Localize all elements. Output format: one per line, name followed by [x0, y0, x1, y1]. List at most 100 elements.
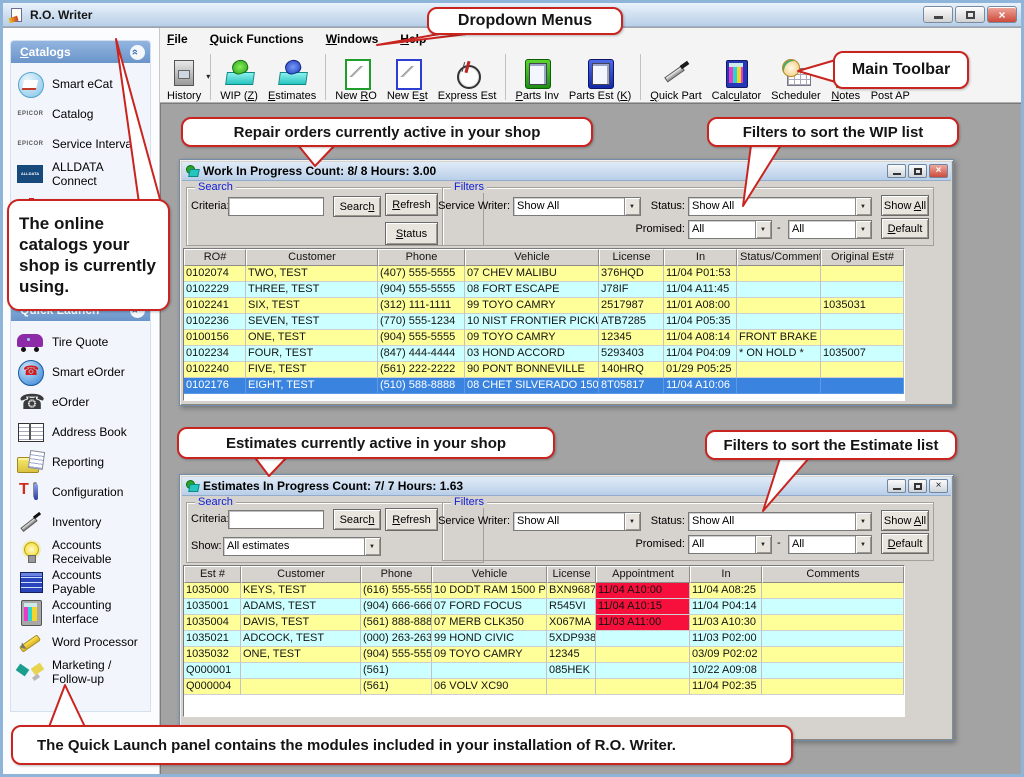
table-cell[interactable]: DAVIS, TEST — [241, 615, 361, 631]
table-cell[interactable]: 11/04 P04:14 — [690, 599, 762, 615]
table-cell[interactable]: R545VI — [547, 599, 596, 615]
menu-help[interactable]: Help — [398, 31, 428, 47]
minimize-button[interactable] — [887, 164, 906, 178]
sidebar-item-accounts-receivable[interactable]: Accounts Receivable — [15, 537, 148, 567]
table-cell[interactable]: 11/03 A10:30 — [690, 615, 762, 631]
sidebar-item-accounting-interface[interactable]: Accounting Interface — [15, 597, 148, 627]
sidebar-item-marketing-follow-up[interactable]: Marketing / Follow-up — [15, 657, 148, 687]
table-cell[interactable]: (561) 222-2222 — [378, 362, 465, 378]
table-cell[interactable]: 10 NIST FRONTIER PICKUP — [465, 314, 599, 330]
table-cell[interactable]: 11/04 P01:53 — [664, 266, 737, 282]
criteria-input[interactable] — [228, 197, 324, 216]
table-cell[interactable]: 99 HOND CIVIC — [432, 631, 547, 647]
table-cell[interactable]: 09 TOYO CAMRY — [465, 330, 599, 346]
history-button[interactable]: ▾ History — [162, 58, 206, 102]
status-select[interactable]: Show All — [688, 512, 872, 531]
table-cell[interactable]: (312) 111-1111 — [378, 298, 465, 314]
promised-to-select[interactable]: All — [788, 535, 872, 554]
table-cell[interactable] — [821, 282, 904, 298]
table-row[interactable]: 0102074TWO, TEST(407) 555-555507 CHEV MA… — [184, 266, 904, 282]
sidebar-item-address-book[interactable]: Address Book — [15, 417, 148, 447]
table-cell[interactable]: (904) 555-5555 — [361, 647, 432, 663]
minimize-button[interactable] — [887, 479, 906, 493]
maximize-button[interactable] — [908, 164, 927, 178]
table-cell[interactable] — [737, 282, 821, 298]
table-cell[interactable]: (000) 263-2632 — [361, 631, 432, 647]
table-cell[interactable]: 09 TOYO CAMRY — [432, 647, 547, 663]
table-cell[interactable] — [821, 378, 904, 394]
table-cell[interactable]: 06 VOLV XC90 — [432, 679, 547, 695]
parts-est-button[interactable]: Parts Est (K) — [564, 58, 636, 102]
table-cell[interactable]: 01/29 P05:25 — [664, 362, 737, 378]
maximize-button[interactable] — [955, 6, 985, 23]
table-cell[interactable]: 11/04 A10:06 — [664, 378, 737, 394]
express-est-button[interactable]: Express Est — [433, 58, 502, 102]
criteria-input[interactable] — [228, 510, 324, 529]
table-cell[interactable]: Q000004 — [184, 679, 241, 695]
table-cell[interactable] — [821, 330, 904, 346]
refresh-button[interactable]: Refresh — [385, 508, 438, 531]
column-header[interactable]: License — [547, 566, 596, 583]
table-cell[interactable]: (904) 555-5555 — [378, 282, 465, 298]
table-cell[interactable]: 376HQD — [599, 266, 664, 282]
table-row[interactable]: 0102229THREE, TEST(904) 555-555508 FORT … — [184, 282, 904, 298]
table-cell[interactable]: ONE, TEST — [241, 647, 361, 663]
table-cell[interactable] — [762, 615, 904, 631]
wip-button[interactable]: WIP (Z) — [215, 58, 263, 102]
minimize-button[interactable] — [923, 6, 953, 23]
close-button[interactable]: × — [929, 479, 948, 493]
table-cell[interactable]: (904) 666-6666 — [361, 599, 432, 615]
table-row[interactable]: 0102236SEVEN, TEST(770) 555-123410 NIST … — [184, 314, 904, 330]
table-cell[interactable]: 5XDP938 — [547, 631, 596, 647]
table-cell[interactable]: 0102234 — [184, 346, 246, 362]
table-cell[interactable]: 1035021 — [184, 631, 241, 647]
table-cell[interactable]: 11/04 A10:15 — [596, 599, 690, 615]
table-row[interactable]: 0102176EIGHT, TEST(510) 588-888808 CHET … — [184, 378, 904, 394]
sidebar-item-smart-ecat[interactable]: Smart eCat — [15, 69, 148, 99]
sidebar-item-eorder[interactable]: eOrder — [15, 387, 148, 417]
table-cell[interactable]: 1035001 — [184, 599, 241, 615]
table-cell[interactable]: 99 TOYO CAMRY — [465, 298, 599, 314]
table-cell[interactable]: THREE, TEST — [246, 282, 378, 298]
column-header[interactable]: RO# — [184, 249, 246, 266]
table-cell[interactable]: 11/04 A11:45 — [664, 282, 737, 298]
table-cell[interactable] — [762, 663, 904, 679]
quick-part-button[interactable]: Quick Part — [645, 58, 706, 102]
table-cell[interactable]: SIX, TEST — [246, 298, 378, 314]
table-cell[interactable]: 10 DODT RAM 1500 PICK — [432, 583, 547, 599]
table-cell[interactable]: 0102241 — [184, 298, 246, 314]
table-row[interactable]: 1035021ADCOCK, TEST(000) 263-263299 HOND… — [184, 631, 904, 647]
column-header[interactable]: Comments — [762, 566, 904, 583]
table-cell[interactable]: (616) 555-5555 — [361, 583, 432, 599]
table-row[interactable]: 1035000KEYS, TEST(616) 555-555510 DODT R… — [184, 583, 904, 599]
table-cell[interactable]: FOUR, TEST — [246, 346, 378, 362]
estimates-button[interactable]: Estimates — [263, 58, 321, 102]
table-cell[interactable]: 11/04 P05:35 — [664, 314, 737, 330]
table-cell[interactable]: 2517987 — [599, 298, 664, 314]
table-cell[interactable]: Q000001 — [184, 663, 241, 679]
column-header[interactable]: Appointment — [596, 566, 690, 583]
table-cell[interactable]: (510) 588-8888 — [378, 378, 465, 394]
table-cell[interactable]: 11/04 P04:09 — [664, 346, 737, 362]
table-cell[interactable]: SEVEN, TEST — [246, 314, 378, 330]
table-cell[interactable] — [821, 362, 904, 378]
table-row[interactable]: Q000004(561)06 VOLV XC9011/04 P02:35 — [184, 679, 904, 695]
table-cell[interactable]: (561) 888-8888 — [361, 615, 432, 631]
table-cell[interactable]: FIVE, TEST — [246, 362, 378, 378]
table-cell[interactable]: 11/04 A10:00 — [596, 583, 690, 599]
table-cell[interactable]: 0102236 — [184, 314, 246, 330]
sidebar-item-word-processor[interactable]: Word Processor — [15, 627, 148, 657]
table-cell[interactable]: 140HRQ — [599, 362, 664, 378]
table-cell[interactable]: 1035007 — [821, 346, 904, 362]
column-header[interactable]: In — [664, 249, 737, 266]
default-button[interactable]: Default — [881, 218, 929, 239]
sidebar-item-service-intervals[interactable]: EPICOR Service Intervals — [15, 129, 148, 159]
table-cell[interactable]: * ON HOLD * — [737, 346, 821, 362]
table-cell[interactable]: (770) 555-1234 — [378, 314, 465, 330]
promised-from-select[interactable]: All — [688, 535, 772, 554]
table-cell[interactable]: (561) — [361, 663, 432, 679]
table-cell[interactable]: 1035032 — [184, 647, 241, 663]
table-cell[interactable]: ATB7285 — [599, 314, 664, 330]
table-cell[interactable]: 1035031 — [821, 298, 904, 314]
table-cell[interactable]: 8T05817 — [599, 378, 664, 394]
